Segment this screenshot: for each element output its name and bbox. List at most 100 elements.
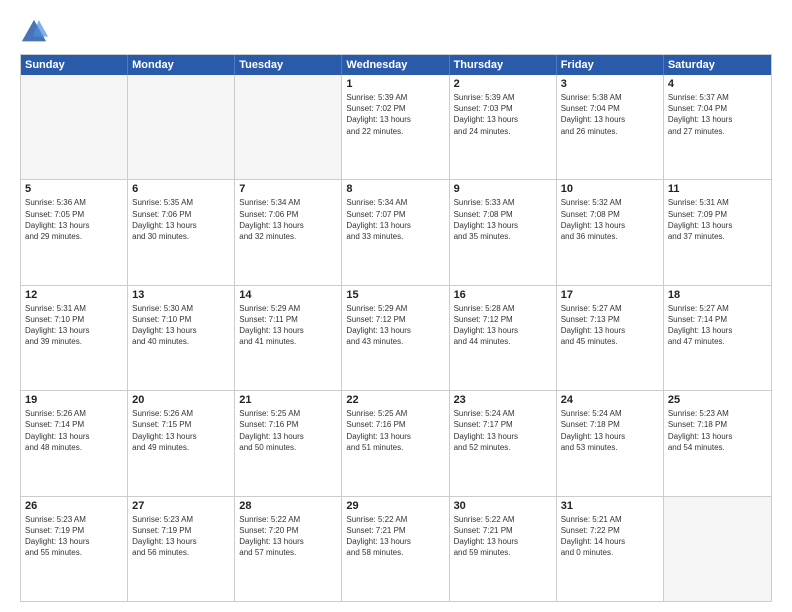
day-number: 29 [346, 500, 444, 512]
day-number: 7 [239, 183, 337, 195]
day-number: 18 [668, 289, 767, 301]
calendar-cell: 10 Sunrise: 5:32 AM Sunset: 7:08 PM Dayli… [557, 180, 664, 284]
day-number: 22 [346, 394, 444, 406]
day-detail: Sunrise: 5:35 AM Sunset: 7:06 PM Dayligh… [132, 197, 230, 242]
day-detail: Sunrise: 5:39 AM Sunset: 7:02 PM Dayligh… [346, 92, 444, 137]
calendar-cell: 25 Sunrise: 5:23 AM Sunset: 7:18 PM Dayli… [664, 391, 771, 495]
day-number: 6 [132, 183, 230, 195]
day-number: 11 [668, 183, 767, 195]
day-number: 12 [25, 289, 123, 301]
day-detail: Sunrise: 5:23 AM Sunset: 7:19 PM Dayligh… [132, 514, 230, 559]
calendar-cell: 20 Sunrise: 5:26 AM Sunset: 7:15 PM Dayli… [128, 391, 235, 495]
day-detail: Sunrise: 5:39 AM Sunset: 7:03 PM Dayligh… [454, 92, 552, 137]
day-detail: Sunrise: 5:31 AM Sunset: 7:09 PM Dayligh… [668, 197, 767, 242]
calendar-cell [235, 75, 342, 179]
day-number: 17 [561, 289, 659, 301]
day-detail: Sunrise: 5:32 AM Sunset: 7:08 PM Dayligh… [561, 197, 659, 242]
calendar-row: 26Sunrise: 5:23 AM Sunset: 7:19 PM Dayli… [21, 497, 771, 601]
calendar-cell: 13 Sunrise: 5:30 AM Sunset: 7:10 PM Dayli… [128, 286, 235, 390]
day-number: 28 [239, 500, 337, 512]
calendar-cell: 11 Sunrise: 5:31 AM Sunset: 7:09 PM Dayli… [664, 180, 771, 284]
weekday-label: Monday [128, 55, 235, 75]
day-detail: Sunrise: 5:27 AM Sunset: 7:13 PM Dayligh… [561, 303, 659, 348]
calendar-cell: 27 Sunrise: 5:23 AM Sunset: 7:19 PM Dayli… [128, 497, 235, 601]
day-detail: Sunrise: 5:25 AM Sunset: 7:16 PM Dayligh… [346, 408, 444, 453]
calendar-cell: 14 Sunrise: 5:29 AM Sunset: 7:11 PM Dayli… [235, 286, 342, 390]
weekday-label: Sunday [21, 55, 128, 75]
page: SundayMondayTuesdayWednesdayThursdayFrid… [0, 0, 792, 612]
day-detail: Sunrise: 5:34 AM Sunset: 7:06 PM Dayligh… [239, 197, 337, 242]
calendar-row: 12Sunrise: 5:31 AM Sunset: 7:10 PM Dayli… [21, 286, 771, 391]
day-detail: Sunrise: 5:28 AM Sunset: 7:12 PM Dayligh… [454, 303, 552, 348]
calendar-cell: 5 Sunrise: 5:36 AM Sunset: 7:05 PM Daylig… [21, 180, 128, 284]
calendar-cell [664, 497, 771, 601]
day-number: 27 [132, 500, 230, 512]
logo-icon [20, 18, 48, 46]
day-number: 23 [454, 394, 552, 406]
day-number: 19 [25, 394, 123, 406]
day-number: 13 [132, 289, 230, 301]
calendar-cell: 18 Sunrise: 5:27 AM Sunset: 7:14 PM Dayli… [664, 286, 771, 390]
day-detail: Sunrise: 5:30 AM Sunset: 7:10 PM Dayligh… [132, 303, 230, 348]
day-number: 1 [346, 78, 444, 90]
day-number: 31 [561, 500, 659, 512]
day-number: 30 [454, 500, 552, 512]
day-detail: Sunrise: 5:24 AM Sunset: 7:17 PM Dayligh… [454, 408, 552, 453]
calendar-cell: 8 Sunrise: 5:34 AM Sunset: 7:07 PM Daylig… [342, 180, 449, 284]
calendar-row: 1 Sunrise: 5:39 AM Sunset: 7:02 PM Daylig… [21, 75, 771, 180]
day-number: 24 [561, 394, 659, 406]
day-number: 10 [561, 183, 659, 195]
day-number: 4 [668, 78, 767, 90]
calendar-cell: 28 Sunrise: 5:22 AM Sunset: 7:20 PM Dayli… [235, 497, 342, 601]
day-detail: Sunrise: 5:36 AM Sunset: 7:05 PM Dayligh… [25, 197, 123, 242]
day-detail: Sunrise: 5:22 AM Sunset: 7:21 PM Dayligh… [346, 514, 444, 559]
day-detail: Sunrise: 5:22 AM Sunset: 7:21 PM Dayligh… [454, 514, 552, 559]
calendar-cell: 1 Sunrise: 5:39 AM Sunset: 7:02 PM Daylig… [342, 75, 449, 179]
day-detail: Sunrise: 5:22 AM Sunset: 7:20 PM Dayligh… [239, 514, 337, 559]
day-number: 14 [239, 289, 337, 301]
day-detail: Sunrise: 5:29 AM Sunset: 7:11 PM Dayligh… [239, 303, 337, 348]
calendar-cell: 23 Sunrise: 5:24 AM Sunset: 7:17 PM Dayli… [450, 391, 557, 495]
weekday-label: Tuesday [235, 55, 342, 75]
calendar-row: 5 Sunrise: 5:36 AM Sunset: 7:05 PM Daylig… [21, 180, 771, 285]
calendar-body: 1 Sunrise: 5:39 AM Sunset: 7:02 PM Daylig… [21, 75, 771, 601]
day-detail: Sunrise: 5:23 AM Sunset: 7:18 PM Dayligh… [668, 408, 767, 453]
calendar-cell [21, 75, 128, 179]
calendar-cell: 17 Sunrise: 5:27 AM Sunset: 7:13 PM Dayli… [557, 286, 664, 390]
day-detail: Sunrise: 5:25 AM Sunset: 7:16 PM Dayligh… [239, 408, 337, 453]
calendar-cell [128, 75, 235, 179]
day-number: 8 [346, 183, 444, 195]
calendar-cell: 26Sunrise: 5:23 AM Sunset: 7:19 PM Dayli… [21, 497, 128, 601]
day-detail: Sunrise: 5:26 AM Sunset: 7:14 PM Dayligh… [25, 408, 123, 453]
day-detail: Sunrise: 5:37 AM Sunset: 7:04 PM Dayligh… [668, 92, 767, 137]
day-number: 21 [239, 394, 337, 406]
logo [20, 18, 52, 46]
day-number: 20 [132, 394, 230, 406]
calendar-cell: 30 Sunrise: 5:22 AM Sunset: 7:21 PM Dayli… [450, 497, 557, 601]
day-detail: Sunrise: 5:24 AM Sunset: 7:18 PM Dayligh… [561, 408, 659, 453]
day-detail: Sunrise: 5:26 AM Sunset: 7:15 PM Dayligh… [132, 408, 230, 453]
day-number: 5 [25, 183, 123, 195]
day-detail: Sunrise: 5:23 AM Sunset: 7:19 PM Dayligh… [25, 514, 123, 559]
calendar-cell: 6 Sunrise: 5:35 AM Sunset: 7:06 PM Daylig… [128, 180, 235, 284]
calendar-cell: 29 Sunrise: 5:22 AM Sunset: 7:21 PM Dayli… [342, 497, 449, 601]
day-number: 9 [454, 183, 552, 195]
day-number: 3 [561, 78, 659, 90]
day-detail: Sunrise: 5:27 AM Sunset: 7:14 PM Dayligh… [668, 303, 767, 348]
calendar-cell: 3Sunrise: 5:38 AM Sunset: 7:04 PM Daylig… [557, 75, 664, 179]
day-number: 25 [668, 394, 767, 406]
calendar-cell: 31Sunrise: 5:21 AM Sunset: 7:22 PM Dayli… [557, 497, 664, 601]
calendar-cell: 7 Sunrise: 5:34 AM Sunset: 7:06 PM Daylig… [235, 180, 342, 284]
weekday-label: Saturday [664, 55, 771, 75]
calendar-cell: 16 Sunrise: 5:28 AM Sunset: 7:12 PM Dayli… [450, 286, 557, 390]
calendar-cell: 22 Sunrise: 5:25 AM Sunset: 7:16 PM Dayli… [342, 391, 449, 495]
calendar-cell: 19 Sunrise: 5:26 AM Sunset: 7:14 PM Dayli… [21, 391, 128, 495]
weekday-label: Wednesday [342, 55, 449, 75]
calendar-cell: 24 Sunrise: 5:24 AM Sunset: 7:18 PM Dayli… [557, 391, 664, 495]
day-detail: Sunrise: 5:33 AM Sunset: 7:08 PM Dayligh… [454, 197, 552, 242]
day-number: 16 [454, 289, 552, 301]
day-detail: Sunrise: 5:34 AM Sunset: 7:07 PM Dayligh… [346, 197, 444, 242]
calendar-cell: 15Sunrise: 5:29 AM Sunset: 7:12 PM Dayli… [342, 286, 449, 390]
calendar-cell: 2Sunrise: 5:39 AM Sunset: 7:03 PM Daylig… [450, 75, 557, 179]
calendar-cell: 12Sunrise: 5:31 AM Sunset: 7:10 PM Dayli… [21, 286, 128, 390]
